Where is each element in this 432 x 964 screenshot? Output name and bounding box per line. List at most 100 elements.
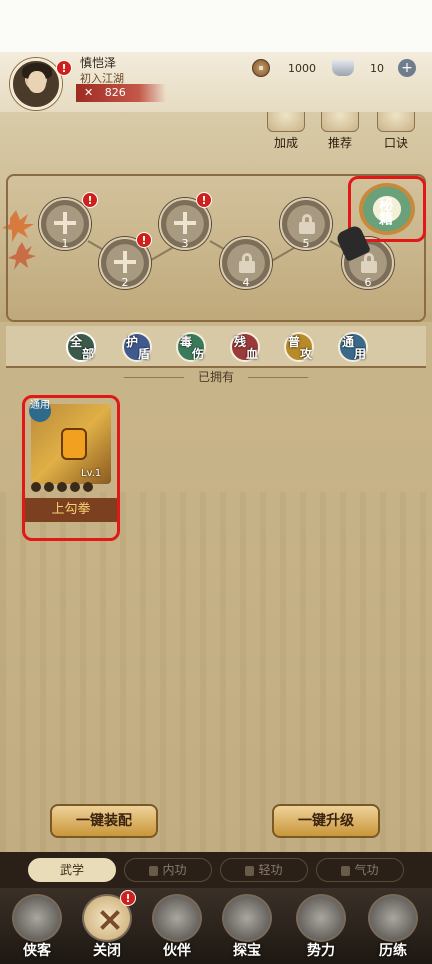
nav-close[interactable]: 关闭 ! [76, 890, 138, 964]
formula-button[interactable]: 口诀 [372, 112, 420, 151]
star-icon [83, 482, 93, 492]
slot-number: 5 [302, 237, 310, 250]
owned-label: 已拥有 [197, 370, 234, 384]
star-icon [70, 482, 80, 492]
nav-label: 探宝 [233, 943, 261, 959]
filter-tab-bleed[interactable]: 残 血 [230, 332, 264, 362]
nav-label: 关闭 [93, 943, 121, 959]
add-icon [174, 212, 196, 234]
player-header: ! 慎恺泽 初入江湖 ✕ 826 1000 10 + [0, 52, 432, 112]
ingot-icon [332, 60, 354, 76]
owned-section-header: 已拥有 [0, 368, 432, 386]
tab-label: 武学 [59, 863, 84, 877]
coin-icon [252, 59, 270, 77]
nav-hero[interactable]: 侠客 [6, 894, 68, 964]
ingot-counter: 10 + [332, 58, 416, 78]
nav-label: 伙伴 [163, 943, 191, 959]
swords-icon: ✕ [84, 86, 94, 99]
skill-card[interactable]: Lv.1 通用 上勾拳 [22, 395, 120, 541]
skill-name: 上勾拳 [25, 498, 117, 522]
nav-training[interactable]: 历练 [362, 894, 424, 964]
filter-tab-shield[interactable]: 护 盾 [122, 332, 156, 362]
filter-char: 全 [70, 335, 83, 349]
filter-tab-poison[interactable]: 毒 伤 [176, 332, 210, 362]
filter-char: 残 [234, 335, 247, 349]
skill-level: Lv.1 [81, 468, 102, 479]
partner-icon [152, 894, 202, 942]
bonus-button[interactable]: 加成 [262, 112, 310, 151]
skill-slot-4[interactable]: 4 [220, 237, 272, 289]
add-ingot-button[interactable]: + [398, 59, 416, 77]
divider [124, 377, 185, 378]
slot-number: 2 [121, 276, 129, 289]
player-name: 慎恺泽 [80, 56, 117, 70]
formula-label: 口诀 [383, 136, 408, 150]
bonus-label: 加成 [273, 136, 298, 150]
star-icon [57, 482, 67, 492]
nav-treasure[interactable]: 探宝 [216, 894, 278, 964]
nav-partner[interactable]: 伙伴 [146, 894, 208, 964]
combat-power: ✕ 826 [76, 84, 166, 102]
nav-label: 侠客 [23, 943, 51, 959]
skill-type-tag: 通用 [29, 400, 51, 422]
recommend-label: 推荐 [327, 136, 352, 150]
skill-slot-1[interactable]: 1 [39, 198, 91, 250]
coin-value: 1000 [288, 61, 316, 75]
slot-alert-badge: ! [136, 232, 152, 248]
add-icon [114, 251, 136, 273]
player-avatar[interactable] [10, 58, 62, 110]
category-tabs: 武学 内功 轻功 气功 [0, 852, 432, 888]
avatar-alert-badge: ! [56, 60, 72, 76]
slot-number: 6 [364, 276, 372, 289]
add-icon [54, 212, 76, 234]
tab-inner-skill[interactable]: 内功 [124, 858, 212, 882]
slot-number: 4 [242, 276, 250, 289]
hero-icon [12, 894, 62, 942]
avatar-face [28, 71, 46, 93]
filter-tab-all[interactable]: 全 部 [66, 332, 100, 362]
fist-icon [61, 428, 87, 460]
combat-power-value: 826 [104, 86, 126, 99]
training-icon [368, 894, 418, 942]
filter-tabs: 全 部 护 盾 毒 伤 残 血 普 攻 通 用 [6, 326, 426, 368]
lock-icon [341, 865, 351, 876]
tab-label: 轻功 [258, 863, 283, 877]
tab-qigong[interactable]: 气功 [316, 858, 404, 882]
filter-char: 普 [288, 335, 301, 349]
coin-counter: 1000 [252, 58, 316, 78]
equip-all-button[interactable]: 一键装配 [50, 804, 158, 838]
tab-label: 气功 [354, 863, 379, 877]
filter-tab-normal-attack[interactable]: 普 攻 [284, 332, 318, 362]
nav-alert-badge: ! [120, 890, 136, 906]
divider [247, 377, 308, 378]
lock-icon [245, 865, 255, 876]
tab-light-skill[interactable]: 轻功 [220, 858, 308, 882]
recommend-icon [321, 112, 359, 132]
bottom-nav: 侠客 关闭 ! 伙伴 探宝 势力 历练 [0, 888, 432, 964]
nav-label: 历练 [379, 943, 407, 959]
tab-label: 内功 [162, 863, 187, 877]
faction-icon [296, 894, 346, 942]
ingot-value: 10 [370, 61, 384, 75]
treasure-icon [222, 894, 272, 942]
skill-slot-5[interactable]: 5 [280, 198, 332, 250]
upgrade-all-button[interactable]: 一键升级 [272, 804, 380, 838]
lock-icon [299, 214, 315, 234]
filter-char: 通 [342, 335, 355, 349]
recommend-button[interactable]: 推荐 [316, 112, 364, 151]
slot-number: 3 [181, 237, 189, 250]
nav-label: 势力 [307, 943, 335, 959]
slot-alert-badge: ! [196, 192, 212, 208]
lock-icon [361, 253, 377, 273]
secret-manual-label: 秘籍 [377, 197, 393, 225]
filter-char: 盾 [138, 347, 151, 361]
tab-martial-arts[interactable]: 武学 [28, 858, 116, 882]
filter-tab-general[interactable]: 通 用 [338, 332, 372, 362]
lock-icon [149, 865, 159, 876]
filter-char: 毒 [180, 335, 193, 349]
nav-faction[interactable]: 势力 [290, 894, 352, 964]
slot-alert-badge: ! [82, 192, 98, 208]
filter-char: 用 [354, 347, 367, 361]
lock-icon [239, 253, 255, 273]
filter-char: 伤 [192, 347, 205, 361]
